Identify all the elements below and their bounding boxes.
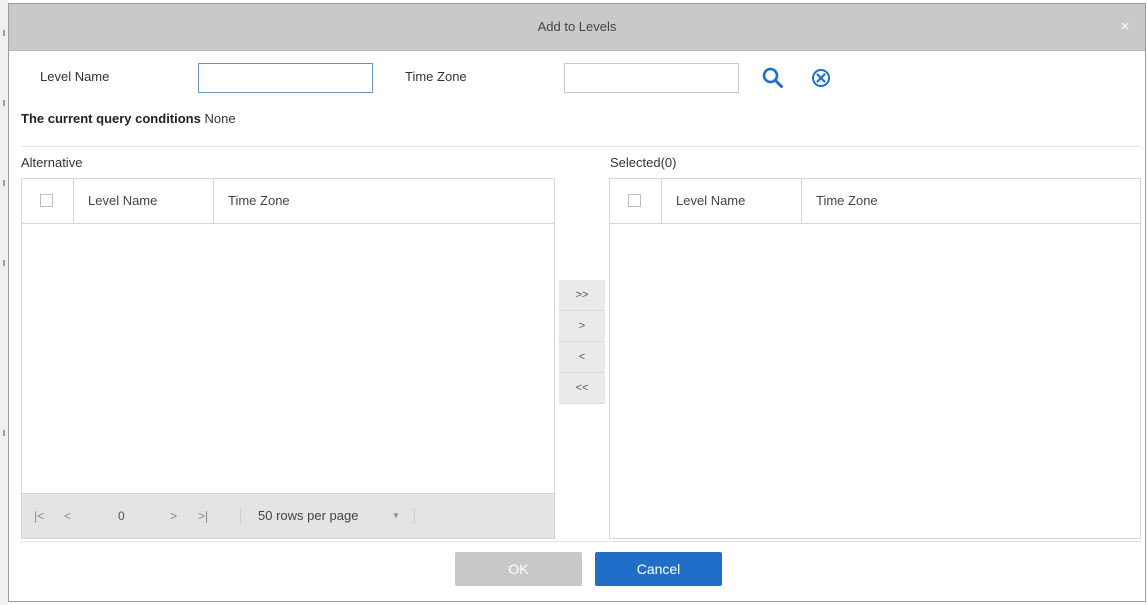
page-number[interactable]: 0 bbox=[118, 494, 125, 538]
select-all-checkbox[interactable] bbox=[40, 194, 53, 207]
select-all-selected-checkbox[interactable] bbox=[628, 194, 641, 207]
cancel-button[interactable]: Cancel bbox=[595, 552, 722, 586]
edge-tick bbox=[3, 430, 5, 436]
alternative-grid-header: Level Name Time Zone bbox=[22, 179, 554, 224]
column-header-level-name[interactable]: Level Name bbox=[74, 179, 214, 223]
selected-title: Selected(0) bbox=[610, 155, 677, 170]
move-left-button[interactable]: < bbox=[559, 342, 605, 373]
selected-column-header-time-zone[interactable]: Time Zone bbox=[802, 179, 1140, 223]
move-all-left-button[interactable]: << bbox=[559, 373, 605, 404]
background-window-edge bbox=[0, 0, 8, 605]
last-page-button[interactable]: >| bbox=[198, 494, 208, 538]
edge-tick bbox=[3, 30, 5, 36]
selected-grid-header: Level Name Time Zone bbox=[610, 179, 1140, 224]
query-conditions-label: The current query conditions bbox=[21, 111, 201, 126]
divider bbox=[21, 146, 1141, 147]
rows-per-page-select[interactable]: 50 rows per page bbox=[258, 494, 358, 538]
pagination-bar: |< < 0 > >| 50 rows per page ▼ bbox=[22, 493, 554, 538]
select-all-cell bbox=[610, 179, 662, 223]
query-conditions-value: None bbox=[204, 111, 236, 126]
next-page-button[interactable]: > bbox=[170, 494, 177, 538]
edge-tick bbox=[3, 100, 5, 106]
search-icon[interactable] bbox=[760, 65, 786, 91]
chevron-down-icon[interactable]: ▼ bbox=[392, 494, 400, 538]
time-zone-input[interactable] bbox=[564, 63, 739, 93]
first-page-button[interactable]: |< bbox=[34, 494, 44, 538]
select-all-cell bbox=[22, 179, 74, 223]
selected-column-header-level-name[interactable]: Level Name bbox=[662, 179, 802, 223]
level-name-label: Level Name bbox=[40, 69, 110, 84]
alternative-title: Alternative bbox=[21, 155, 83, 170]
level-name-input[interactable] bbox=[198, 63, 373, 93]
pager-separator bbox=[414, 508, 415, 524]
pager-separator bbox=[240, 508, 241, 524]
time-zone-label: Time Zone bbox=[405, 69, 467, 84]
edge-tick bbox=[3, 260, 5, 266]
alternative-grid: Level Name Time Zone |< < 0 > >| 50 rows… bbox=[21, 178, 555, 539]
prev-page-button[interactable]: < bbox=[64, 494, 71, 538]
column-header-time-zone[interactable]: Time Zone bbox=[214, 179, 554, 223]
dialog-titlebar: Add to Levels × bbox=[9, 4, 1145, 51]
edge-tick bbox=[3, 180, 5, 186]
clear-circle-icon[interactable] bbox=[808, 65, 834, 91]
close-icon[interactable]: × bbox=[1115, 17, 1135, 37]
selected-grid: Level Name Time Zone bbox=[609, 178, 1141, 539]
move-all-right-button[interactable]: >> bbox=[559, 280, 605, 311]
dialog-title: Add to Levels bbox=[537, 19, 617, 34]
move-right-button[interactable]: > bbox=[559, 311, 605, 342]
footer-divider bbox=[21, 541, 1141, 542]
add-to-levels-dialog: Add to Levels × Level Name Time Zone The… bbox=[8, 3, 1146, 602]
ok-button[interactable]: OK bbox=[455, 552, 582, 586]
query-conditions: The current query conditions None bbox=[21, 111, 236, 126]
